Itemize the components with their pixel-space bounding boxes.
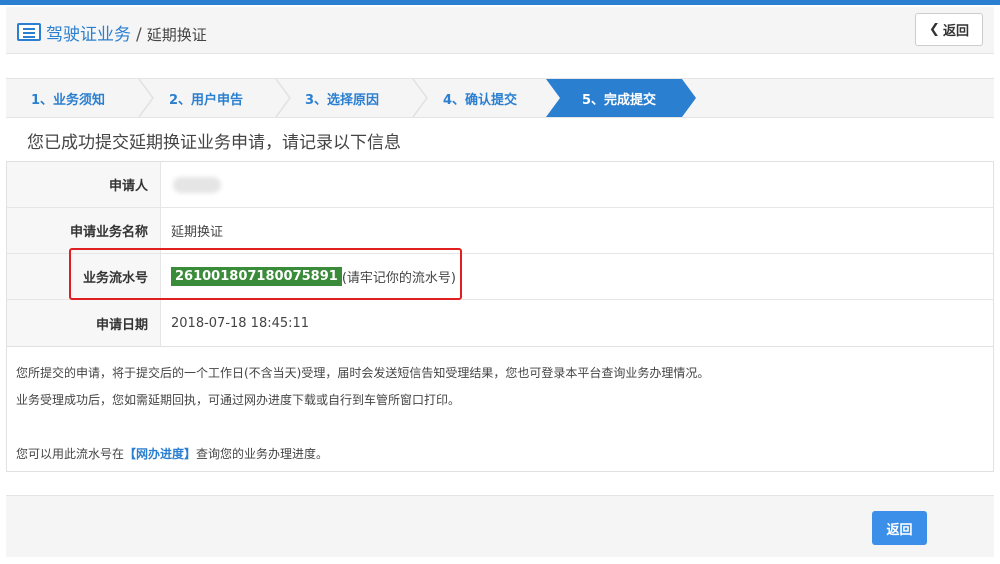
- step-3: 3、选择原因: [305, 92, 380, 108]
- page-header: 驾驶证业务 / 延期换证 ❮ 返回: [6, 7, 994, 54]
- note-line-3-suffix: 查询您的业务办理进度。: [196, 447, 329, 461]
- footer-bar: 返回: [6, 495, 994, 557]
- note-line-1: 您所提交的申请，将于提交后的一个工作日(不含当天)受理，届时会发送短信告知受理结…: [16, 366, 710, 380]
- info-row-applicant: 申请人: [7, 162, 993, 208]
- success-message: 您已成功提交延期换证业务申请，请记录以下信息: [27, 133, 401, 153]
- back-button-top-label: 返回: [942, 24, 969, 39]
- step-divider: [137, 79, 155, 117]
- applicant-value: [161, 162, 993, 207]
- step-5: 5、完成提交: [582, 92, 657, 108]
- step-divider: [274, 79, 292, 117]
- breadcrumb-root[interactable]: 驾驶证业务: [46, 25, 131, 45]
- breadcrumb-current: 延期换证: [146, 26, 207, 44]
- back-button-bottom[interactable]: 返回: [872, 511, 927, 545]
- note-line-3-prefix: 您可以用此流水号在: [16, 447, 125, 461]
- date-value: 2018-07-18 18:45:11: [171, 315, 310, 331]
- breadcrumb: 驾驶证业务 / 延期换证: [46, 20, 207, 45]
- list-document-icon: [17, 23, 41, 41]
- step-2: 2、用户申告: [169, 92, 244, 108]
- back-button-top[interactable]: ❮ 返回: [915, 13, 983, 46]
- top-accent-line: [0, 0, 1000, 5]
- note-line-3: 您可以用此流水号在【网办进度】查询您的业务办理进度。: [16, 441, 993, 468]
- business-name-label: 申请业务名称: [7, 208, 161, 253]
- notes-panel: 您所提交的申请，将于提交后的一个工作日(不含当天)受理，届时会发送短信告知受理结…: [6, 346, 994, 472]
- step-4: 4、确认提交: [443, 92, 518, 108]
- chevron-left-icon: ❮: [929, 22, 940, 37]
- breadcrumb-separator: /: [136, 25, 142, 45]
- serial-highlight-box: [69, 248, 462, 300]
- blurred-name: [173, 176, 221, 193]
- applicant-label: 申请人: [7, 162, 161, 207]
- note-gap: [16, 414, 993, 441]
- business-name-value: 延期换证: [171, 225, 224, 240]
- step-progress-bar: 1、业务须知 2、用户申告 3、选择原因 4、确认提交 5、完成提交: [6, 78, 994, 118]
- info-row-date: 申请日期 2018-07-18 18:45:11: [7, 300, 993, 346]
- note-line-2: 业务受理成功后，您如需延期回执，可通过网办进度下载或自行到车管所窗口打印。: [16, 393, 461, 407]
- step-1: 1、业务须知: [31, 92, 106, 108]
- date-label: 申请日期: [7, 300, 161, 346]
- progress-link[interactable]: 【网办进度】: [124, 447, 196, 461]
- step-divider: [411, 79, 429, 117]
